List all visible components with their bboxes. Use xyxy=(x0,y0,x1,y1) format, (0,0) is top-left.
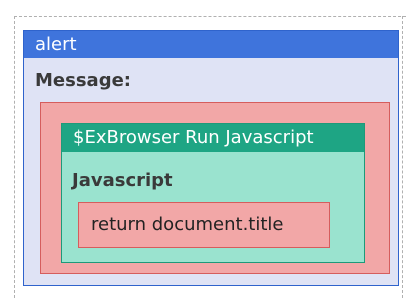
right-dashed-guide xyxy=(402,16,403,298)
alert-block[interactable]: alert Message: $ExBrowser Run Javascript… xyxy=(23,30,399,286)
diagram-canvas: alert Message: $ExBrowser Run Javascript… xyxy=(0,0,406,298)
javascript-value-slot[interactable]: return document.title xyxy=(78,202,330,248)
alert-block-title[interactable]: alert xyxy=(24,31,398,58)
javascript-label: Javascript xyxy=(72,170,173,191)
run-javascript-block[interactable]: $ExBrowser Run Javascript Javascript ret… xyxy=(61,123,365,263)
message-slot[interactable]: $ExBrowser Run Javascript Javascript ret… xyxy=(40,102,390,274)
top-dashed-guide xyxy=(14,16,406,17)
left-dashed-guide xyxy=(14,16,15,298)
run-javascript-title[interactable]: $ExBrowser Run Javascript xyxy=(62,124,364,152)
message-label: Message: xyxy=(35,70,131,91)
